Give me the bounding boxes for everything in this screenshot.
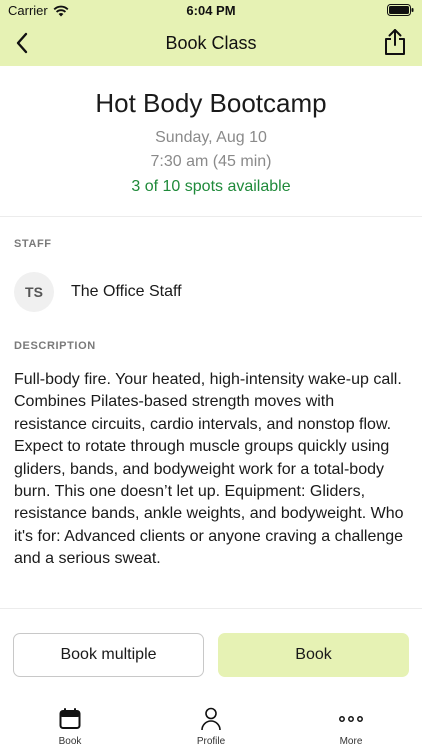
class-date: Sunday, Aug 10 — [155, 129, 267, 146]
page-title: Book Class — [165, 33, 257, 53]
more-icon — [339, 716, 363, 722]
tab-book-label: Book — [58, 736, 82, 747]
avatar: TS — [14, 272, 54, 312]
tab-profile[interactable]: Profile — [171, 706, 251, 747]
divider — [0, 608, 422, 609]
calendar-icon — [59, 708, 81, 729]
description-section-label: DESCRIPTION — [14, 340, 96, 352]
navigation-bar: Book Class — [0, 22, 422, 64]
person-icon — [201, 707, 221, 731]
book-multiple-button[interactable]: Book multiple — [13, 633, 204, 677]
status-bar: Carrier 6:04 PM — [0, 0, 422, 20]
tab-profile-label: Profile — [196, 736, 226, 747]
staff-name: The Office Staff — [71, 283, 182, 300]
staff-section-label: STAFF — [14, 238, 52, 250]
class-header: Hot Body Bootcamp Sunday, Aug 10 7:30 am… — [0, 66, 422, 217]
tab-book[interactable]: Book — [30, 706, 110, 747]
class-name: Hot Body Bootcamp — [95, 88, 327, 118]
tab-more-label: More — [339, 736, 363, 747]
status-time: 6:04 PM — [186, 3, 236, 18]
spots-available: 3 of 10 spots available — [131, 178, 291, 195]
staff-row[interactable]: TS The Office Staff — [14, 272, 182, 312]
book-button[interactable]: Book — [218, 633, 409, 677]
class-description: Full-body fire. Your heated, high-intens… — [14, 371, 404, 568]
tab-bar: Book Profile More — [0, 700, 422, 750]
tab-more[interactable]: More — [311, 706, 391, 747]
class-time: 7:30 am (45 min) — [150, 153, 272, 170]
share-icon — [385, 29, 405, 55]
share-button[interactable] — [380, 26, 410, 58]
battery-icon — [387, 4, 414, 19]
